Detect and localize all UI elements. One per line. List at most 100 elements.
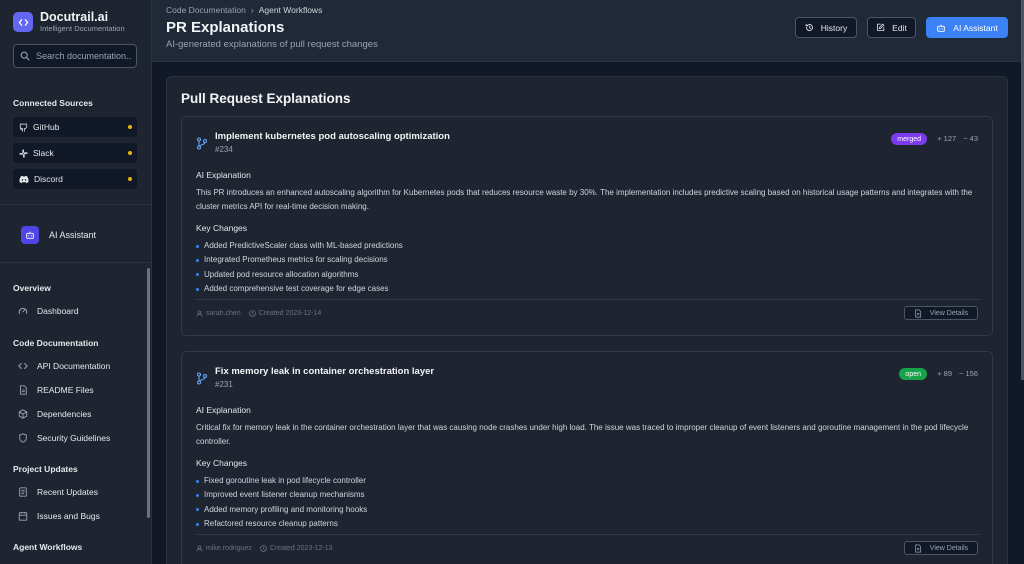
edit-button[interactable]: Edit bbox=[867, 17, 916, 38]
sidebar-scrollbar[interactable] bbox=[147, 268, 150, 518]
bullet-icon bbox=[196, 287, 199, 291]
change-text: Fixed goroutine leak in pod lifecycle co… bbox=[204, 476, 366, 485]
author-name: sarah.chen bbox=[206, 310, 241, 317]
source-discord[interactable]: Discord bbox=[13, 169, 137, 189]
view-details-label: View Details bbox=[929, 309, 969, 317]
sidebar: Docutrail.ai Intelligent Documentation C… bbox=[0, 0, 152, 564]
sidebar-item-recent-updates[interactable]: Recent Updates bbox=[18, 487, 98, 497]
list-item: Added memory profiling and monitoring ho… bbox=[196, 503, 367, 517]
page-header: Code Documentation › Agent Workflows PR … bbox=[152, 0, 1024, 62]
discord-icon bbox=[19, 175, 29, 183]
bot-icon bbox=[21, 226, 39, 244]
sidebar-item-label: API Documentation bbox=[37, 361, 111, 371]
history-button[interactable]: History bbox=[795, 17, 857, 38]
bullet-icon bbox=[196, 508, 199, 512]
view-details-button[interactable]: View Details bbox=[904, 306, 978, 320]
breadcrumb-item[interactable]: Code Documentation bbox=[166, 5, 246, 15]
slack-icon bbox=[19, 148, 28, 158]
ai-explanation-text: Critical fix for memory leak in the cont… bbox=[196, 423, 969, 446]
pr-title[interactable]: Implement kubernetes pod autoscaling opt… bbox=[215, 131, 450, 142]
source-slack[interactable]: Slack bbox=[13, 143, 137, 163]
sidebar-item-label: Recent Updates bbox=[37, 487, 98, 497]
pr-card: Fix memory leak in container orchestrati… bbox=[181, 351, 993, 564]
pr-created: Created 2023-12-13 bbox=[260, 545, 333, 552]
source-label: GitHub bbox=[33, 122, 60, 132]
connected-sources-title: Connected Sources bbox=[13, 98, 93, 108]
ai-explanation-text: This PR introduces an enhanced autoscali… bbox=[196, 188, 973, 211]
sidebar-item-security-guidelines[interactable]: Security Guidelines bbox=[18, 433, 110, 443]
sidebar-item-dashboard[interactable]: Dashboard bbox=[18, 306, 79, 316]
sidebar-ai-assistant[interactable]: AI Assistant bbox=[21, 226, 96, 244]
file-icon bbox=[915, 543, 921, 553]
user-icon bbox=[196, 310, 203, 317]
sidebar-item-readme-files[interactable]: README Files bbox=[18, 385, 94, 395]
list-item: Fixed goroutine leak in pod lifecycle co… bbox=[196, 474, 367, 488]
nav-section-project-updates: Project Updates bbox=[13, 464, 78, 474]
deletions-count: − 43 bbox=[963, 134, 978, 143]
clock-icon bbox=[248, 310, 256, 317]
sidebar-item-label: Dependencies bbox=[37, 409, 92, 419]
change-text: Improved event listener cleanup mechanis… bbox=[204, 490, 365, 500]
nav-section-code-docs: Code Documentation bbox=[13, 338, 99, 348]
bullet-icon bbox=[196, 493, 199, 497]
sidebar-item-dependencies[interactable]: Dependencies bbox=[18, 409, 91, 419]
ai-assistant-label: AI Assistant bbox=[953, 22, 998, 33]
search-icon bbox=[20, 51, 30, 61]
additions-count: + 89 bbox=[937, 369, 953, 378]
key-changes-label: Key Changes bbox=[196, 223, 248, 233]
status-dot bbox=[128, 177, 132, 181]
source-github[interactable]: GitHub bbox=[13, 117, 137, 137]
list-item: Updated pod resource allocation algorith… bbox=[196, 268, 403, 282]
pr-explanations-panel: Pull Request Explanations Implement kube… bbox=[166, 76, 1008, 564]
change-text: Updated pod resource allocation algorith… bbox=[204, 269, 359, 279]
pr-author: mike.rodriguez bbox=[196, 545, 252, 552]
pr-title[interactable]: Fix memory leak in container orchestrati… bbox=[215, 366, 434, 377]
nav-section-agent-workflows: Agent Workflows bbox=[13, 542, 83, 552]
status-badge: open bbox=[899, 368, 927, 380]
additions-count: + 127 bbox=[937, 134, 957, 143]
user-icon bbox=[196, 545, 203, 552]
status-dot bbox=[128, 151, 132, 155]
bullet-icon bbox=[196, 244, 199, 248]
ai-assistant-button[interactable]: AI Assistant bbox=[926, 17, 1008, 38]
search-box[interactable] bbox=[13, 44, 137, 68]
key-changes-label: Key Changes bbox=[196, 458, 248, 468]
bot-icon bbox=[937, 24, 946, 32]
package-icon bbox=[18, 409, 28, 419]
bullet-icon bbox=[196, 258, 199, 262]
change-text: Added comprehensive test coverage for ed… bbox=[204, 283, 389, 293]
change-text: Integrated Prometheus metrics for scalin… bbox=[204, 255, 388, 265]
list-item: Added PredictiveScaler class with ML-bas… bbox=[196, 239, 403, 253]
edit-label: Edit bbox=[892, 22, 907, 33]
pr-meta: mike.rodriguez Created 2023-12-13 bbox=[196, 545, 341, 552]
breadcrumb-item[interactable]: Agent Workflows bbox=[259, 5, 323, 15]
list-icon bbox=[19, 487, 27, 497]
sidebar-ai-label: AI Assistant bbox=[49, 230, 97, 240]
card-divider bbox=[196, 534, 980, 535]
sidebar-item-label: Issues and Bugs bbox=[37, 511, 100, 521]
brand[interactable]: Docutrail.ai Intelligent Documentation bbox=[13, 10, 125, 34]
calendar-icon bbox=[18, 511, 28, 521]
author-name: mike.rodriguez bbox=[206, 545, 252, 552]
nav-section-overview: Overview bbox=[13, 283, 51, 293]
shield-icon bbox=[19, 433, 27, 443]
sidebar-divider bbox=[0, 262, 151, 263]
search-input[interactable] bbox=[36, 51, 132, 61]
brand-subtitle: Intelligent Documentation bbox=[40, 24, 125, 33]
file-text-icon bbox=[20, 385, 27, 395]
view-details-button[interactable]: View Details bbox=[904, 541, 978, 555]
change-text: Added PredictiveScaler class with ML-bas… bbox=[204, 241, 403, 250]
card-divider bbox=[196, 299, 980, 300]
clock-icon bbox=[260, 545, 267, 552]
sidebar-item-api-documentation[interactable]: API Documentation bbox=[18, 361, 110, 371]
sidebar-divider bbox=[0, 204, 151, 205]
status-badge: merged bbox=[891, 133, 927, 145]
bullet-icon bbox=[196, 273, 199, 277]
pr-number: #231 bbox=[215, 380, 233, 389]
panel-title: Pull Request Explanations bbox=[181, 91, 351, 106]
view-details-label: View Details bbox=[929, 544, 969, 552]
ai-explanation-label: AI Explanation bbox=[196, 405, 251, 415]
sidebar-item-issues-and-bugs[interactable]: Issues and Bugs bbox=[18, 511, 100, 521]
source-label: Slack bbox=[33, 148, 54, 158]
pr-diff-stats: + 89 − 156 bbox=[937, 369, 978, 378]
